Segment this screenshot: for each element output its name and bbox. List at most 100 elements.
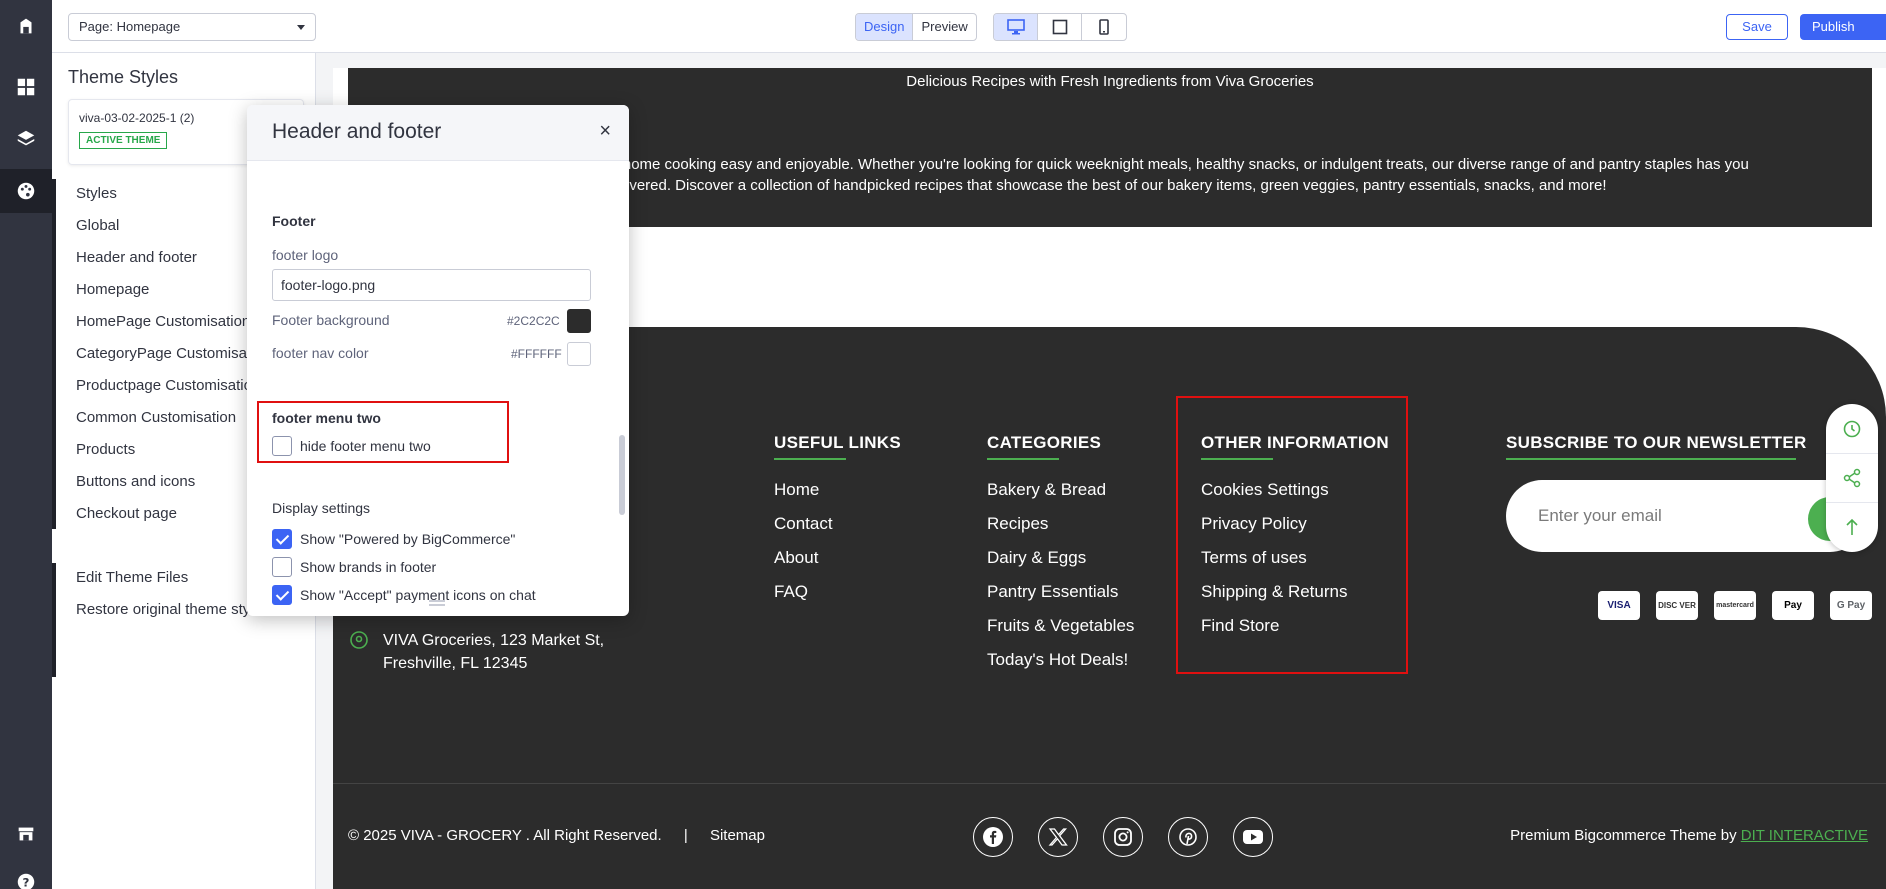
facebook-icon[interactable] xyxy=(973,817,1013,857)
footer-logo-input[interactable]: footer-logo.png xyxy=(272,269,591,301)
hide-footer-menu-two-label: hide footer menu two xyxy=(300,438,431,454)
footer-link-find-store[interactable]: Find Store xyxy=(1201,616,1279,636)
svg-text:?: ? xyxy=(23,876,30,889)
dit-interactive-link[interactable]: DIT INTERACTIVE xyxy=(1741,827,1868,844)
youtube-icon[interactable] xyxy=(1233,817,1273,857)
footer-link-dairy[interactable]: Dairy & Eggs xyxy=(987,548,1086,568)
design-button[interactable]: Design xyxy=(856,14,914,40)
theme-credit: Premium Bigcommerce Theme by DIT INTERAC… xyxy=(1510,827,1868,844)
footer-background-swatch[interactable] xyxy=(567,309,591,333)
show-payment-icons-checkbox[interactable] xyxy=(272,585,292,605)
widget-divider xyxy=(1826,502,1878,503)
device-toggle xyxy=(993,13,1127,41)
widget-divider xyxy=(1826,453,1878,454)
hide-footer-menu-two-checkbox[interactable] xyxy=(272,436,292,456)
nav-item-header-and-footer[interactable]: Header and footer xyxy=(76,249,197,266)
nav-section-indicator xyxy=(52,563,56,677)
footer-link-bakery[interactable]: Bakery & Bread xyxy=(987,480,1106,500)
nav-item-buttons-and-icons[interactable]: Buttons and icons xyxy=(76,473,195,490)
show-brands-checkbox[interactable] xyxy=(272,557,292,577)
footer-menu-two-heading: footer menu two xyxy=(272,410,381,426)
header-footer-modal: Header and footer × Footer footer logo f… xyxy=(247,105,629,616)
footer-link-recipes[interactable]: Recipes xyxy=(987,514,1048,534)
footer-link-shipping[interactable]: Shipping & Returns xyxy=(1201,582,1347,602)
nav-item-productpage-customisation[interactable]: Productpage Customisation xyxy=(76,377,260,394)
show-powered-by-checkbox[interactable] xyxy=(272,529,292,549)
nav-item-homepage-customisation[interactable]: HomePage Customisation xyxy=(76,313,250,330)
mode-toggle: Design Preview xyxy=(855,13,977,41)
arrow-up-icon[interactable] xyxy=(1841,516,1863,538)
copyright-text: © 2025 VIVA - GROCERY . All Right Reserv… xyxy=(348,827,662,844)
theme-name: viva-03-02-2025-1 (2) xyxy=(79,111,195,125)
footer-link-home[interactable]: Home xyxy=(774,480,819,500)
theme-credit-text: Premium Bigcommerce Theme by xyxy=(1510,827,1737,844)
show-brands-label: Show brands in footer xyxy=(300,559,437,575)
footer-logo-label: footer logo xyxy=(272,247,339,263)
footer-link-about[interactable]: About xyxy=(774,548,818,568)
bigcommerce-logo-icon[interactable] xyxy=(0,4,52,48)
share-icon[interactable] xyxy=(1841,467,1863,489)
nav-item-products[interactable]: Products xyxy=(76,441,135,458)
nav-item-common-customisation[interactable]: Common Customisation xyxy=(76,409,236,426)
nav-item-categorypage-customisation[interactable]: CategoryPage Customisation xyxy=(76,345,271,362)
footer-link-faq[interactable]: FAQ xyxy=(774,582,808,602)
publish-button[interactable]: Publish xyxy=(1800,14,1886,40)
footer-link-privacy[interactable]: Privacy Policy xyxy=(1201,514,1307,534)
address-line-1: VIVA Groceries, 123 Market St, xyxy=(383,632,605,649)
nav-item-checkout-page[interactable]: Checkout page xyxy=(76,505,177,522)
footer-link-cookies[interactable]: Cookies Settings xyxy=(1201,480,1329,500)
google-pay-icon: G Pay xyxy=(1830,591,1872,620)
layers-icon[interactable] xyxy=(0,117,52,161)
restore-theme-styles-link[interactable]: Restore original theme styles xyxy=(76,601,269,618)
palette-icon[interactable] xyxy=(0,169,52,213)
tablet-icon[interactable] xyxy=(1038,14,1082,40)
chevron-down-icon xyxy=(297,25,305,30)
nav-item-homepage[interactable]: Homepage xyxy=(76,281,149,298)
footer-nav-color-hex: #FFFFFF xyxy=(511,347,562,361)
left-rail: ? xyxy=(0,0,52,889)
footer-link-pantry[interactable]: Pantry Essentials xyxy=(987,582,1118,602)
sitemap-link[interactable]: Sitemap xyxy=(710,827,765,844)
help-icon[interactable]: ? xyxy=(0,860,52,889)
desktop-icon[interactable] xyxy=(994,14,1038,40)
modal-scrollbar[interactable] xyxy=(619,435,625,515)
x-icon[interactable] xyxy=(1038,817,1078,857)
separator: | xyxy=(683,827,688,844)
display-settings-heading: Display settings xyxy=(272,500,371,516)
page-select[interactable]: Page: Homepage xyxy=(68,13,316,41)
footer-divider xyxy=(333,783,1886,784)
modal-header: Header and footer × xyxy=(247,105,629,161)
resize-grip-icon[interactable] xyxy=(429,600,445,606)
mobile-icon[interactable] xyxy=(1082,14,1126,40)
categories-heading: CATEGORIES xyxy=(987,433,1102,460)
top-bar: Page: Homepage Design Preview Save Publi… xyxy=(52,0,1886,53)
location-pin-icon xyxy=(350,631,368,649)
modal-title: Header and footer xyxy=(272,120,442,143)
other-information-heading: OTHER INFORMATION xyxy=(1201,433,1389,460)
dashboard-icon[interactable] xyxy=(0,65,52,109)
footer-link-contact[interactable]: Contact xyxy=(774,514,833,534)
close-icon[interactable]: × xyxy=(599,120,611,143)
footer-link-hot-deals[interactable]: Today's Hot Deals! xyxy=(987,650,1128,670)
footer-section-heading: Footer xyxy=(272,213,316,229)
edit-theme-files-link[interactable]: Edit Theme Files xyxy=(76,569,188,586)
copyright: © 2025 VIVA - GROCERY . All Right Reserv… xyxy=(348,827,765,844)
save-button[interactable]: Save xyxy=(1726,14,1788,40)
instagram-icon[interactable] xyxy=(1103,817,1143,857)
nav-item-styles[interactable]: Styles xyxy=(76,185,117,202)
pinterest-icon[interactable] xyxy=(1168,817,1208,857)
footer-background-hex: #2C2C2C xyxy=(507,314,560,328)
show-payment-icons-label: Show "Accept" payment icons on chat xyxy=(300,587,536,603)
footer-link-fruits[interactable]: Fruits & Vegetables xyxy=(987,616,1134,636)
page-select-value: Page: Homepage xyxy=(79,19,181,34)
footer-link-terms[interactable]: Terms of uses xyxy=(1201,548,1307,568)
footer-nav-color-label: footer nav color xyxy=(272,345,369,361)
storefront-icon[interactable] xyxy=(0,812,52,856)
footer-nav-color-swatch[interactable] xyxy=(567,342,591,366)
banner-title: Delicious Recipes with Fresh Ingredients… xyxy=(906,73,1314,90)
history-icon[interactable] xyxy=(1841,418,1863,440)
visa-icon: VISA xyxy=(1598,591,1640,620)
nav-item-global[interactable]: Global xyxy=(76,217,119,234)
preview-button[interactable]: Preview xyxy=(913,14,975,40)
newsletter-heading: SUBSCRIBE TO OUR NEWSLETTER xyxy=(1506,433,1807,460)
